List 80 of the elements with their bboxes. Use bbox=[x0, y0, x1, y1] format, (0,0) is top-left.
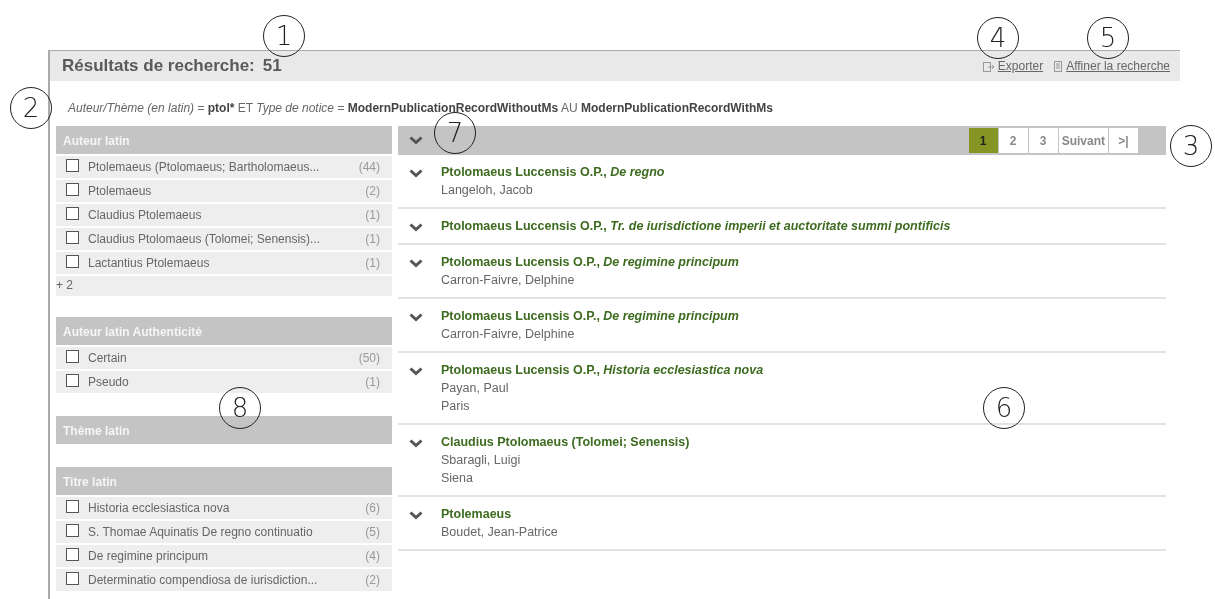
checkbox[interactable] bbox=[66, 182, 79, 196]
facet-label: De regimine principum bbox=[88, 549, 210, 563]
facet-label: Pseudo bbox=[88, 375, 130, 389]
facet-option[interactable]: Pseudo (1) bbox=[56, 371, 392, 393]
facet-label: S. Thomae Aquinatis De regno continuatio bbox=[88, 525, 314, 539]
facet-option[interactable]: Certain (50) bbox=[56, 347, 392, 369]
result-detail: Paris bbox=[441, 399, 471, 413]
chevron-down-icon[interactable] bbox=[409, 223, 423, 232]
facet-label: Claudius Ptolemaeus bbox=[88, 208, 203, 222]
result-detail: Sbaragli, Luigi bbox=[441, 453, 522, 467]
facet-label: Certain bbox=[88, 351, 128, 365]
checkbox[interactable] bbox=[66, 547, 79, 561]
header-link[interactable]: Affiner la recherche bbox=[1066, 59, 1170, 73]
facet-label: Determinatio compendiosa de iurisdiction... bbox=[88, 573, 319, 587]
results-title: Résultats de recherche: bbox=[62, 56, 255, 76]
result-detail: Carron-Faivre, Delphine bbox=[441, 327, 576, 341]
page-button[interactable]: 1 bbox=[968, 128, 998, 153]
results-count: 51 bbox=[262, 56, 282, 76]
checkbox[interactable] bbox=[66, 523, 79, 537]
chevron-down-icon[interactable] bbox=[409, 511, 423, 520]
facet-count: (1) bbox=[365, 232, 380, 246]
facet-option[interactable]: Claudius Ptolomaeus (Tolomei; Senensis)... (1) bbox=[56, 228, 392, 250]
facet-label: Lactantius Ptolemaeus bbox=[88, 256, 211, 270]
facet-label: Historia ecclesiastica nova bbox=[88, 501, 231, 515]
facet-label: Ptolemaeus (Ptolomaeus; Bartholomaeus... bbox=[88, 160, 321, 174]
facet-option[interactable]: Determinatio compendiosa de iurisdiction... (2) bbox=[56, 569, 392, 591]
facet-count: (50) bbox=[358, 351, 380, 365]
facet-option[interactable]: Claudius Ptolemaeus (1) bbox=[56, 204, 392, 226]
checkbox[interactable] bbox=[66, 499, 79, 513]
result-title[interactable]: Claudius Ptolomaeus (Tolomei; Senensis) bbox=[441, 435, 690, 449]
chevron-down-icon[interactable] bbox=[409, 169, 423, 178]
result-title[interactable]: Ptolemaeus bbox=[441, 507, 558, 521]
chevron-down-icon[interactable] bbox=[409, 313, 423, 322]
facet-option[interactable]: Ptolemaeus (2) bbox=[56, 180, 392, 202]
document-icon bbox=[1053, 60, 1064, 72]
facet-option[interactable]: Lactantius Ptolemaeus (1) bbox=[56, 252, 392, 274]
page-button[interactable]: 2 bbox=[998, 128, 1028, 153]
more-link[interactable]: + 2 bbox=[56, 278, 73, 292]
result-title[interactable]: Ptolomaeus Lucensis O.P., Historia ecclesiastica nova bbox=[441, 363, 764, 377]
facet-count: (44) bbox=[358, 160, 380, 174]
result-detail: Langeloh, Jacob bbox=[441, 183, 534, 197]
facet-count: (5) bbox=[365, 525, 380, 539]
facet-option[interactable]: Historia ecclesiastica nova (6) bbox=[56, 497, 392, 519]
facet-option[interactable]: S. Thomae Aquinatis De regno continuatio (5) bbox=[56, 521, 392, 543]
facet-count: (1) bbox=[365, 256, 380, 270]
page-button[interactable]: Suivant bbox=[1058, 128, 1108, 153]
result-detail: Carron-Faivre, Delphine bbox=[441, 273, 576, 287]
facet-count: (4) bbox=[365, 549, 380, 563]
facet-count: (6) bbox=[365, 501, 380, 515]
header-link[interactable]: Exporter bbox=[997, 59, 1044, 73]
checkbox[interactable] bbox=[66, 373, 79, 387]
chevron-down-icon[interactable] bbox=[409, 136, 423, 145]
result-title[interactable]: Ptolomaeus Luccensis O.P., Tr. de iurisdictione imperii et auctoritate summi pontificis bbox=[441, 219, 951, 233]
checkbox[interactable] bbox=[66, 254, 79, 268]
checkbox[interactable] bbox=[66, 206, 79, 220]
result-title[interactable]: Ptolomaeus Lucensis O.P., De regimine principum bbox=[441, 309, 739, 323]
checkbox[interactable] bbox=[66, 349, 79, 363]
facet-count: (2) bbox=[365, 573, 380, 587]
result-title[interactable]: Ptolomaeus Lucensis O.P., De regimine principum bbox=[441, 255, 739, 269]
page-button[interactable]: 3 bbox=[1028, 128, 1058, 153]
chevron-down-icon[interactable] bbox=[409, 439, 423, 448]
checkbox[interactable] bbox=[66, 158, 79, 172]
facet-label: Claudius Ptolomaeus (Tolomei; Senensis)... bbox=[88, 232, 322, 246]
result-title[interactable]: Ptolomaeus Luccensis O.P., De regno bbox=[441, 165, 665, 179]
search-query: Auteur/Thème (en latin) = ptol* ET Type de notice = ModernPublicationRecordWithoutMs AU ModernPublicationRecordWithMs bbox=[68, 101, 774, 115]
facet-option[interactable]: De regimine principum (4) bbox=[56, 545, 392, 567]
chevron-down-icon[interactable] bbox=[409, 259, 423, 268]
chevron-down-icon[interactable] bbox=[409, 367, 423, 376]
result-detail: Siena bbox=[441, 471, 474, 485]
result-detail: Payan, Paul bbox=[441, 381, 510, 395]
export-icon bbox=[982, 60, 995, 72]
facet-option[interactable]: Ptolemaeus (Ptolomaeus; Bartholomaeus... (44) bbox=[56, 156, 392, 178]
checkbox[interactable] bbox=[66, 571, 79, 585]
facet-label: Ptolemaeus bbox=[88, 184, 153, 198]
facet-count: (2) bbox=[365, 184, 380, 198]
facet-count: (1) bbox=[365, 375, 380, 389]
result-detail: Boudet, Jean-Patrice bbox=[441, 525, 558, 539]
page-button[interactable]: >| bbox=[1109, 128, 1138, 153]
facet-count: (1) bbox=[365, 208, 380, 222]
checkbox[interactable] bbox=[66, 230, 79, 244]
